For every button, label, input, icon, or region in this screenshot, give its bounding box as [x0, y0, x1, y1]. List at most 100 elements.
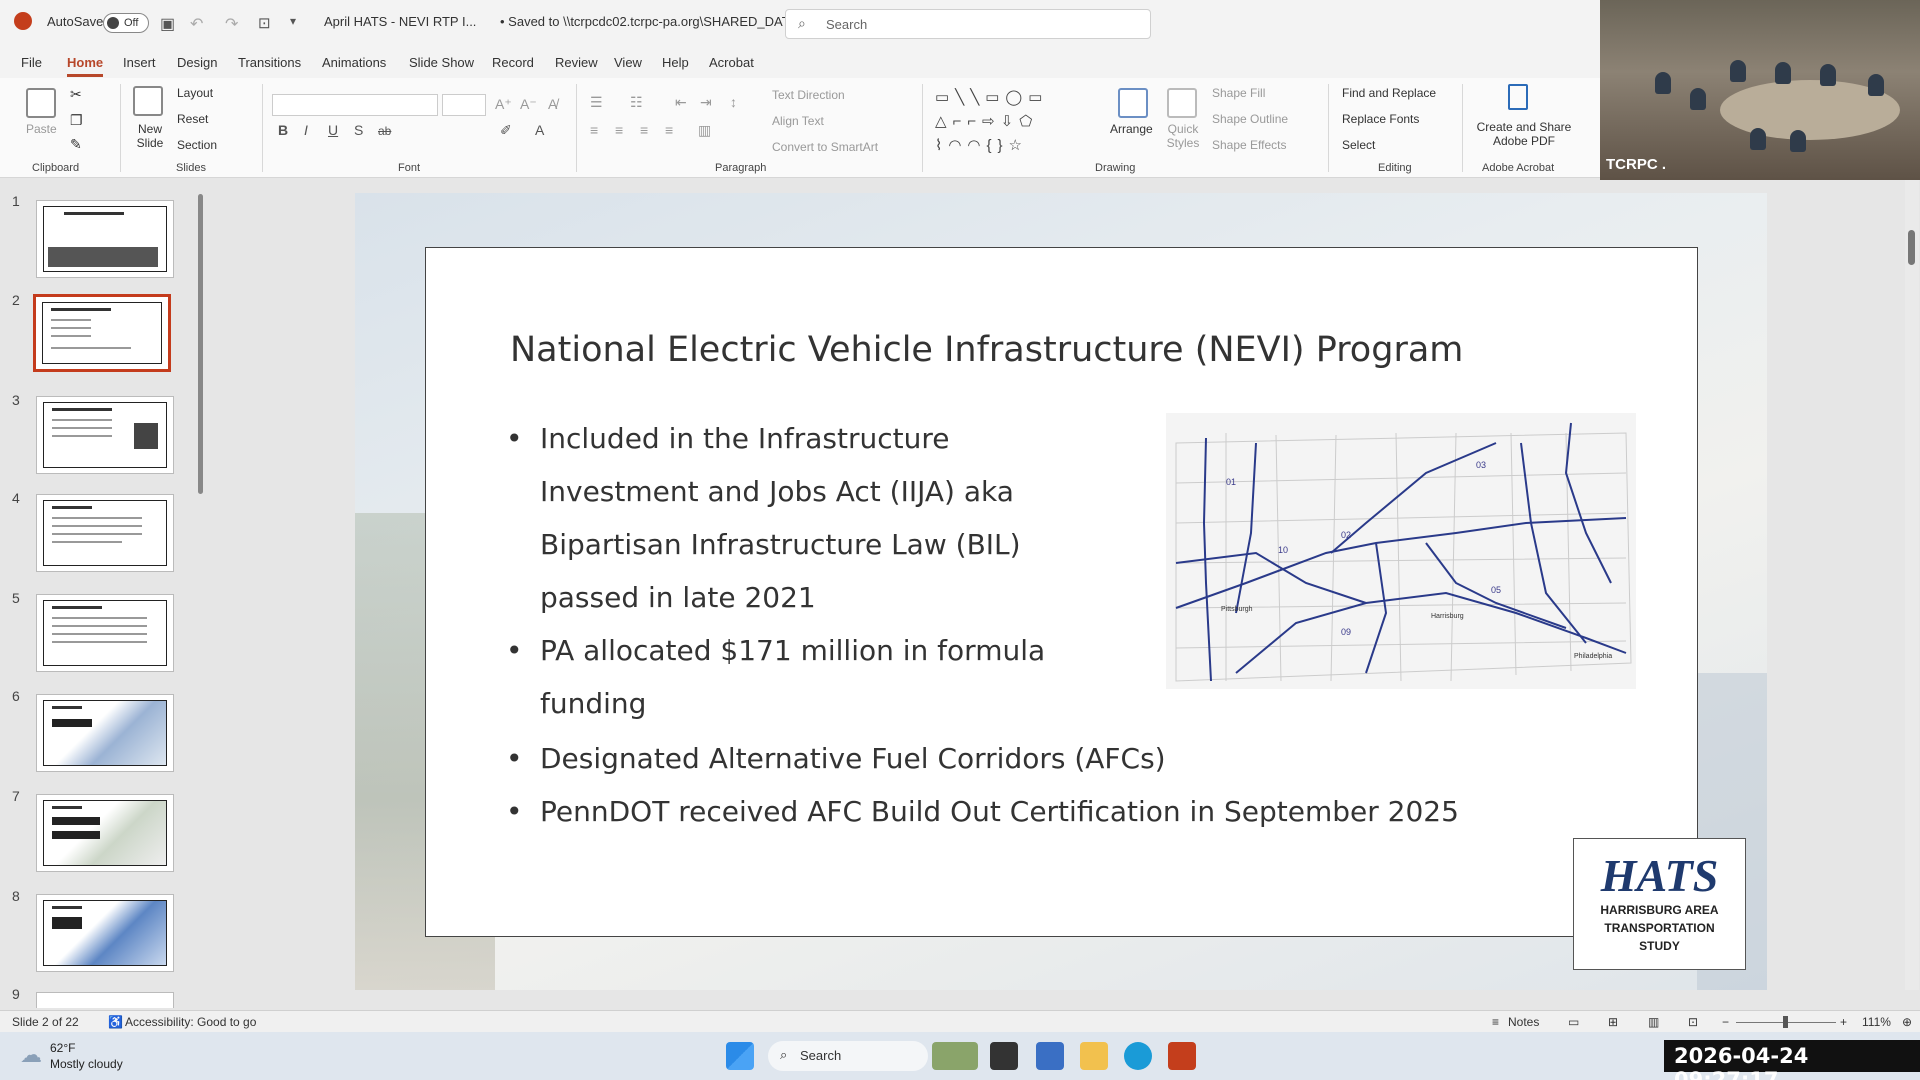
cut-icon[interactable]: ✂	[70, 86, 82, 103]
slide-thumbnail-5[interactable]	[36, 594, 174, 672]
slide-thumbnail-7[interactable]	[36, 794, 174, 872]
decrease-indent-icon[interactable]: ⇤	[675, 94, 687, 111]
align-text-button[interactable]: Align Text	[772, 114, 824, 128]
section-button[interactable]: Section	[177, 138, 217, 152]
tab-help[interactable]: Help	[662, 55, 689, 70]
shape-fill-button[interactable]: Shape Fill	[1212, 86, 1265, 100]
tab-slide-show[interactable]: Slide Show	[409, 55, 474, 70]
tab-insert[interactable]: Insert	[123, 55, 156, 70]
slide-thumbnail-1[interactable]	[36, 200, 174, 278]
font-size-combo[interactable]	[442, 94, 486, 116]
search-box[interactable]: ⌕ Search	[785, 9, 1151, 39]
reading-view-icon[interactable]: ▥	[1648, 1015, 1659, 1029]
tab-transitions[interactable]: Transitions	[238, 55, 301, 70]
weather-temp[interactable]: 62°F	[50, 1041, 75, 1055]
format-painter-icon[interactable]: ✎	[70, 136, 82, 153]
select-button[interactable]: Select	[1342, 138, 1375, 152]
tab-home[interactable]: Home	[67, 55, 104, 77]
quick-styles-button[interactable]: Quick Styles	[1163, 122, 1203, 150]
bullet-item[interactable]: PA allocated $171 million in formula fun…	[506, 624, 1100, 730]
teams-icon[interactable]	[1036, 1042, 1064, 1070]
text-direction-button[interactable]: Text Direction	[772, 88, 845, 102]
save-icon[interactable]: ▣	[160, 14, 175, 34]
align-left-icon[interactable]: ≡	[590, 122, 598, 138]
slide-thumbnail-4[interactable]	[36, 494, 174, 572]
slide-thumbnail-3[interactable]	[36, 396, 174, 474]
slideshow-icon[interactable]: ⊡	[1688, 1015, 1698, 1029]
zoom-slider-thumb[interactable]	[1783, 1016, 1788, 1028]
clear-formatting-icon[interactable]: A̸	[548, 96, 557, 112]
quick-styles-icon[interactable]	[1167, 88, 1197, 118]
columns-icon[interactable]: ▥	[698, 122, 711, 139]
notes-button[interactable]: Notes	[1508, 1015, 1539, 1029]
present-icon[interactable]: ⊡	[258, 14, 271, 32]
slide-thumbnail-2[interactable]	[33, 294, 171, 372]
pennsylvania-afc-map[interactable]: 01 02 03 05 09 10 Pittsburgh Harrisburg …	[1166, 413, 1636, 689]
weather-desc[interactable]: Mostly cloudy	[50, 1057, 123, 1071]
new-slide-button[interactable]: New Slide	[128, 122, 172, 150]
bullet-item[interactable]: Included in the Infrastructure Investmen…	[506, 412, 1100, 624]
shape-outline-button[interactable]: Shape Outline	[1212, 112, 1288, 126]
shadow-button[interactable]: S	[354, 122, 363, 138]
bullet-item[interactable]: PennDOT received AFC Build Out Certifica…	[506, 785, 1690, 838]
accessibility-icon[interactable]: ♿	[108, 1015, 123, 1029]
bold-button[interactable]: B	[278, 122, 288, 138]
thumbnail-scrollbar[interactable]	[196, 190, 204, 1000]
font-name-combo[interactable]	[272, 94, 438, 116]
increase-font-icon[interactable]: A⁺	[495, 96, 512, 113]
tab-file[interactable]: File	[21, 55, 42, 70]
font-color-icon[interactable]: A	[535, 122, 544, 138]
accessibility-status[interactable]: Accessibility: Good to go	[125, 1015, 256, 1029]
file-explorer-icon[interactable]	[1080, 1042, 1108, 1070]
taskbar-search[interactable]: ⌕ Search	[768, 1041, 928, 1071]
saved-status[interactable]: • Saved to \\tcrpcdc02.tcrpc-pa.org\SHAR…	[500, 14, 797, 29]
create-share-pdf-button[interactable]: Create and Share Adobe PDF	[1474, 120, 1574, 148]
tab-review[interactable]: Review	[555, 55, 598, 70]
widgets-icon[interactable]	[932, 1042, 978, 1070]
redo-icon[interactable]: ↷	[225, 14, 238, 34]
tab-view[interactable]: View	[614, 55, 642, 70]
numbering-icon[interactable]: ☷	[630, 94, 643, 111]
notes-icon[interactable]: ≡	[1492, 1015, 1499, 1029]
slide-thumbnail-6[interactable]	[36, 694, 174, 772]
italic-button[interactable]: I	[304, 122, 308, 138]
slide-title[interactable]: National Electric Vehicle Infrastructure…	[510, 330, 1463, 370]
line-spacing-icon[interactable]: ↕	[730, 94, 737, 110]
paste-icon[interactable]	[26, 88, 56, 118]
normal-view-icon[interactable]: ▭	[1568, 1015, 1579, 1029]
windows-start-icon[interactable]	[726, 1042, 754, 1070]
underline-button[interactable]: U	[328, 122, 338, 138]
scrollbar-thumb[interactable]	[198, 194, 203, 494]
powerpoint-taskbar-icon[interactable]	[1168, 1042, 1196, 1070]
fit-slide-icon[interactable]: ⊕	[1902, 1015, 1912, 1029]
highlight-color-icon[interactable]: ✐	[500, 122, 512, 139]
tab-animations[interactable]: Animations	[322, 55, 386, 70]
copy-icon[interactable]: ❐	[70, 112, 83, 129]
slide-thumbnail-9[interactable]	[36, 992, 174, 1008]
zoom-out-icon[interactable]: −	[1722, 1015, 1729, 1029]
align-center-icon[interactable]: ≡	[615, 122, 623, 138]
paste-button[interactable]: Paste	[26, 122, 57, 136]
slide-sorter-icon[interactable]: ⊞	[1608, 1015, 1618, 1029]
scrollbar-thumb[interactable]	[1908, 230, 1915, 265]
replace-fonts-button[interactable]: Replace Fonts	[1342, 112, 1419, 126]
zoom-level[interactable]: 111%	[1862, 1015, 1891, 1029]
align-right-icon[interactable]: ≡	[640, 122, 648, 138]
pdf-icon[interactable]	[1508, 84, 1528, 110]
shapes-gallery[interactable]: ▭╲╲▭◯▭ △⌐⌐⇨⇩⬠ ⌇◠◠{}☆	[935, 86, 1103, 158]
arrange-button[interactable]: Arrange	[1110, 122, 1153, 136]
edge-icon[interactable]	[1124, 1042, 1152, 1070]
bullets-icon[interactable]: ☰	[590, 94, 603, 111]
shape-effects-button[interactable]: Shape Effects	[1212, 138, 1287, 152]
canvas-scrollbar[interactable]	[1905, 180, 1919, 990]
powerpoint-app-icon[interactable]	[14, 12, 32, 30]
tab-acrobat[interactable]: Acrobat	[709, 55, 754, 70]
layout-button[interactable]: Layout	[177, 86, 213, 100]
convert-smartart-button[interactable]: Convert to SmartArt	[772, 140, 878, 154]
customize-toolbar-icon[interactable]: ▾	[290, 14, 296, 28]
tab-record[interactable]: Record	[492, 55, 534, 70]
undo-icon[interactable]: ↶	[190, 14, 203, 34]
new-slide-icon[interactable]	[133, 86, 163, 116]
reset-button[interactable]: Reset	[177, 112, 208, 126]
zoom-in-icon[interactable]: +	[1840, 1015, 1847, 1029]
